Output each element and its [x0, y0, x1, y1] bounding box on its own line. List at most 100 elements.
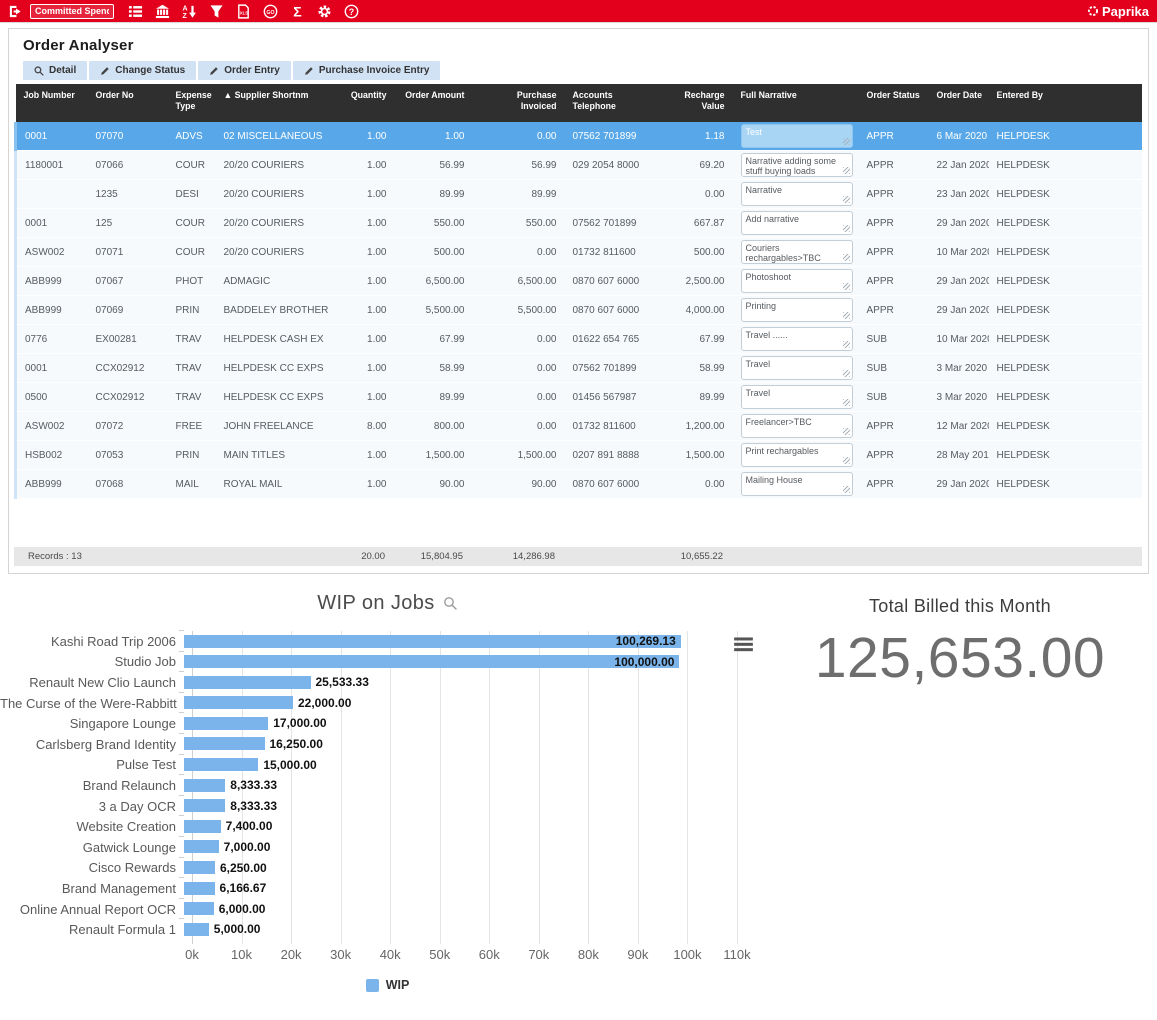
category-label: Gatwick Lounge [0, 840, 184, 855]
bar-value-label: 6,166.67 [220, 878, 267, 899]
narrative-input[interactable] [741, 327, 853, 351]
order-entry-button[interactable]: Order Entry [198, 61, 291, 80]
bar-value-label: 22,000.00 [298, 693, 351, 714]
category-label: Renault Formula 1 [0, 922, 184, 937]
wip-bar[interactable] [184, 779, 225, 792]
bar-track: 8,333.33 [184, 796, 729, 817]
chart-row: Renault New Clio Launch25,533.33 [0, 672, 775, 693]
column-header-recharge-value[interactable]: Recharge Value [655, 84, 733, 122]
table-row[interactable]: ABB99907067PHOTADMAGIC1.006,500.006,500.… [16, 267, 1143, 296]
wip-bar[interactable] [184, 717, 268, 730]
wip-bar[interactable] [184, 861, 215, 874]
chart-row: Brand Management6,166.67 [0, 878, 775, 899]
chart-context-menu-icon[interactable] [734, 637, 753, 655]
totals-row: Records : 1320.0015,804.9514,286.9810,65… [14, 547, 1142, 566]
table-row[interactable]: 118000107066COUR20/20 COURIERS1.0056.995… [16, 151, 1143, 180]
wip-bar[interactable] [184, 840, 219, 853]
wip-bar[interactable] [184, 799, 225, 812]
category-label: Studio Job [0, 654, 184, 669]
svg-text:?: ? [348, 6, 353, 16]
narrative-input[interactable] [741, 356, 853, 380]
table-row[interactable]: 0001125COUR20/20 COURIERS1.00550.00550.0… [16, 209, 1143, 238]
sum-sigma-icon[interactable]: Σ [286, 1, 308, 21]
go-icon[interactable]: GO [259, 1, 281, 21]
bar-track: 6,166.67 [184, 878, 729, 899]
narrative-input[interactable] [741, 414, 853, 438]
dashboard-section: WIP on Jobs Kashi Road Trip 2006100,269.… [0, 578, 1157, 1020]
narrative-input[interactable] [741, 153, 853, 177]
wip-bar[interactable] [184, 737, 265, 750]
table-row[interactable]: HSB00207053PRINMAIN TITLES1.001,500.001,… [16, 441, 1143, 470]
x-tick-label: 0k [185, 947, 199, 962]
narrative-input[interactable] [741, 182, 853, 206]
table-row[interactable]: ABB99907069PRINBADDELEY BROTHER1.005,500… [16, 296, 1143, 325]
column-header-order-amount[interactable]: Order Amount [395, 84, 473, 122]
bank-icon[interactable] [151, 1, 173, 21]
category-label: The Curse of the Were-Rabbitt [0, 696, 184, 711]
wip-bar[interactable] [184, 758, 258, 771]
wip-bar[interactable] [184, 676, 311, 689]
column-header-entered-by[interactable]: Entered By [989, 84, 1059, 122]
column-header-supplier-shortnm[interactable]: ▲ Supplier Shortnm [216, 84, 341, 122]
help-icon[interactable]: ? [340, 1, 362, 21]
settings-gear-icon[interactable] [313, 1, 335, 21]
wip-bar[interactable] [184, 655, 679, 668]
sort-az-icon[interactable]: AZ [178, 1, 200, 21]
wip-bar[interactable] [184, 635, 681, 648]
purchase-invoice-entry-button[interactable]: Purchase Invoice Entry [293, 61, 441, 80]
button-label: Change Status [115, 65, 185, 76]
chart-row: Brand Relaunch8,333.33 [0, 775, 775, 796]
column-header-order-date[interactable]: Order Date [929, 84, 989, 122]
filter-icon[interactable] [205, 1, 227, 21]
column-header-quantity[interactable]: Quantity [341, 84, 395, 122]
narrative-input[interactable] [741, 385, 853, 409]
table-row[interactable]: ASW00207071COUR20/20 COURIERS1.00500.000… [16, 238, 1143, 267]
table-row[interactable]: 0500CCX02912TRAVHELPDESK CC EXPS1.0089.9… [16, 383, 1143, 412]
wip-bar[interactable] [184, 696, 293, 709]
total-value: 20.00 [339, 547, 393, 566]
wip-bar[interactable] [184, 882, 215, 895]
chart-zoom-icon[interactable] [443, 596, 458, 611]
column-header-order-status[interactable]: Order Status [859, 84, 929, 122]
column-header-order-no[interactable]: Order No [88, 84, 168, 122]
brand-name: Paprika [1102, 4, 1149, 19]
total-value: 10,655.22 [653, 547, 731, 566]
column-header-full-narrative[interactable]: Full Narrative [733, 84, 859, 122]
table-row[interactable]: 0001CCX02912TRAVHELPDESK CC EXPS1.0058.9… [16, 354, 1143, 383]
table-row[interactable]: 0776EX00281TRAVHELPDESK CASH EX1.0067.99… [16, 325, 1143, 354]
wip-bar[interactable] [184, 820, 221, 833]
column-header-job-number[interactable]: Job Number [16, 84, 88, 122]
wip-bar[interactable] [184, 923, 209, 936]
column-header-accounts-telephone[interactable]: Accounts Telephone [565, 84, 655, 122]
table-row[interactable]: ABB99907068MAILROYAL MAIL1.0090.0090.000… [16, 470, 1143, 499]
narrative-input[interactable] [741, 472, 853, 496]
narrative-input[interactable] [741, 240, 853, 264]
bar-value-label: 16,250.00 [270, 734, 323, 755]
narrative-input[interactable] [741, 269, 853, 293]
list-icon[interactable] [124, 1, 146, 21]
narrative-input[interactable] [741, 124, 853, 148]
narrative-input[interactable] [741, 443, 853, 467]
export-xls-icon[interactable]: XLS [232, 1, 254, 21]
wip-bar[interactable] [184, 902, 214, 915]
report-title-input[interactable] [30, 4, 114, 19]
table-row[interactable]: 000107070ADVS02 MISCELLANEOUS1.001.000.0… [16, 122, 1143, 151]
chart-x-axis: 0k10k20k30k40k50k60k70k80k90k100k110k [192, 947, 737, 965]
chart-legend[interactable]: WIP [0, 978, 775, 992]
chart-row: Renault Formula 1 5,000.00 [0, 919, 775, 940]
table-row[interactable]: 1235DESI20/20 COURIERS1.0089.9989.990.00… [16, 180, 1143, 209]
detail-button[interactable]: Detail [23, 61, 87, 80]
logout-icon[interactable] [4, 1, 26, 21]
x-tick-label: 60k [479, 947, 500, 962]
bar-value-label: 7,000.00 [224, 837, 271, 858]
change-status-button[interactable]: Change Status [89, 61, 196, 80]
chart-row: The Curse of the Were-Rabbitt 22,000.00 [0, 693, 775, 714]
column-header-expense-type[interactable]: Expense Type [168, 84, 216, 122]
table-row[interactable]: ASW00207072FREEJOHN FREELANCE8.00800.000… [16, 412, 1143, 441]
bar-value-label: 5,000.00 [214, 919, 261, 940]
column-header-purchase-invoiced[interactable]: Purchase Invoiced [473, 84, 565, 122]
svg-text:XLS: XLS [239, 10, 247, 15]
narrative-input[interactable] [741, 298, 853, 322]
narrative-input[interactable] [741, 211, 853, 235]
bar-track: 16,250.00 [184, 734, 729, 755]
